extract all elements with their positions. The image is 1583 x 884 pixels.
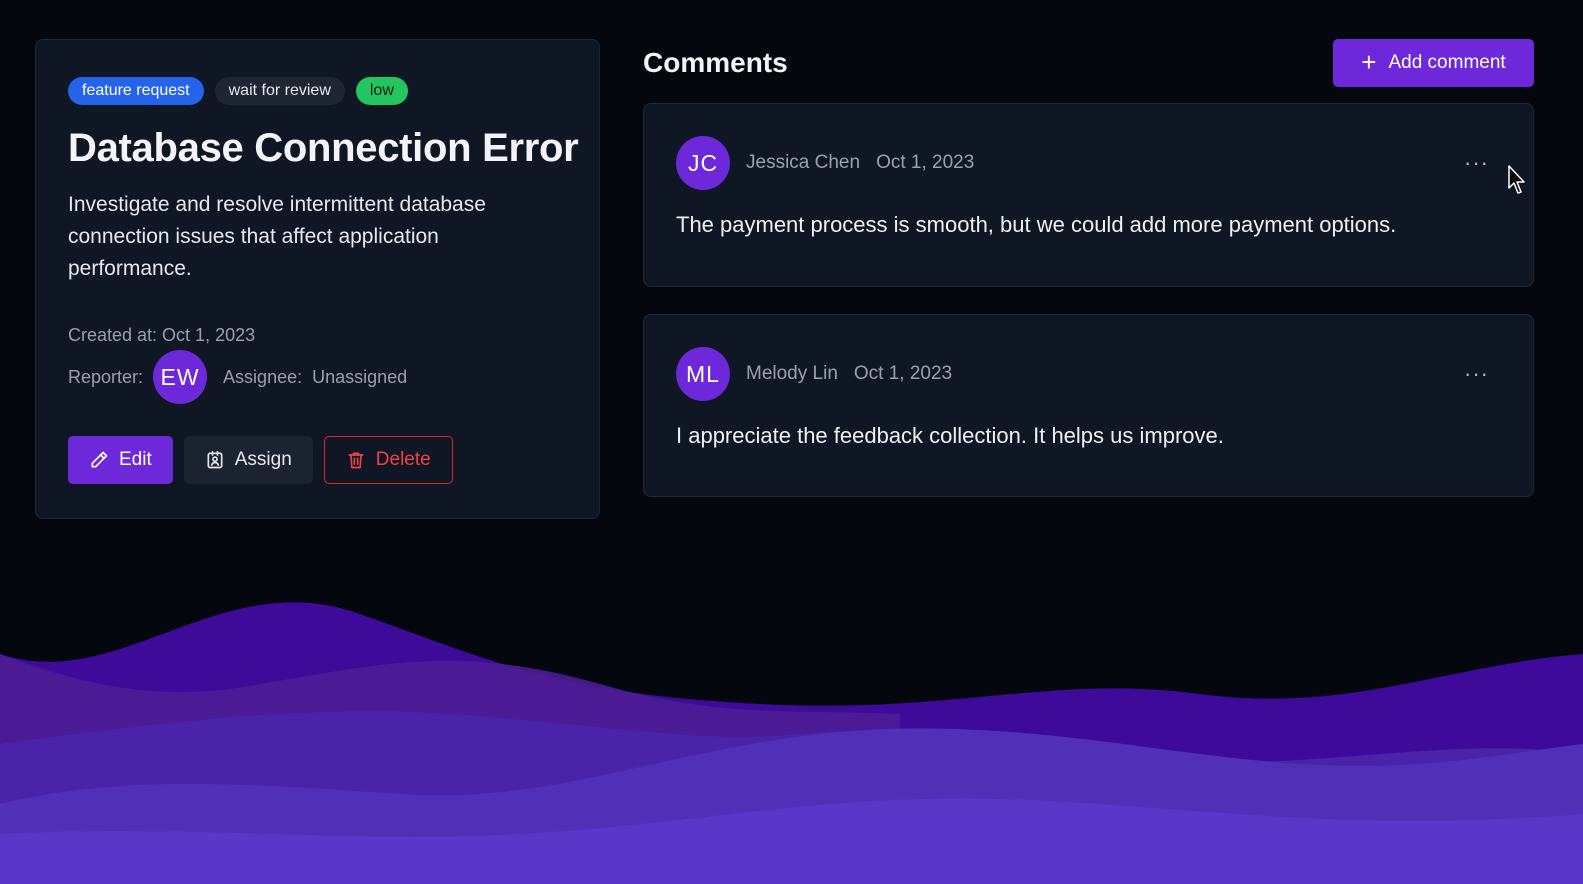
ticket-actions: Edit Assign Delete: [68, 436, 567, 484]
edit-label: Edit: [119, 449, 152, 470]
more-options-icon[interactable]: ···: [1464, 363, 1489, 385]
mouse-cursor-icon: [1508, 165, 1525, 194]
tag-status[interactable]: wait for review: [214, 77, 345, 105]
reporter-avatar[interactable]: EW: [153, 350, 208, 404]
pencil-icon: [91, 451, 108, 468]
ticket-card: feature request wait for review low Data…: [35, 39, 600, 519]
people-row: Reporter: EW Assignee: Unassigned: [68, 350, 567, 404]
tag-feature-request[interactable]: feature request: [68, 77, 204, 105]
comment-author: Melody Lin: [746, 363, 838, 384]
comment-date: Oct 1, 2023: [876, 152, 975, 173]
reporter-label: Reporter:: [68, 366, 144, 387]
assignee-label: Assignee:: [223, 366, 303, 387]
assign-button[interactable]: Assign: [183, 436, 313, 484]
ticket-title: Database Connection Error: [68, 126, 579, 170]
edit-button[interactable]: Edit: [68, 436, 173, 484]
delete-button[interactable]: Delete: [323, 436, 453, 484]
trash-icon: [348, 452, 364, 469]
created-at: Created at: Oct 1, 2023: [68, 325, 256, 345]
assign-user-icon: [207, 450, 223, 469]
comment-header: JC Jessica Chen Oct 1, 2023 ···: [676, 136, 1501, 190]
comment-text: The payment process is smooth, but we co…: [676, 212, 1397, 237]
tag-priority[interactable]: low: [355, 77, 408, 105]
add-comment-button[interactable]: + Add comment: [1333, 39, 1534, 87]
comment-card: ML Melody Lin Oct 1, 2023 ··· I apprecia…: [643, 314, 1534, 497]
more-options-icon[interactable]: ···: [1464, 152, 1489, 174]
assignee-value: Unassigned: [312, 366, 408, 387]
tag-list: feature request wait for review low: [68, 76, 567, 106]
plus-icon: +: [1361, 47, 1377, 77]
comment-avatar[interactable]: JC: [676, 136, 730, 190]
comment-avatar[interactable]: ML: [676, 347, 730, 401]
comment-header: ML Melody Lin Oct 1, 2023 ···: [676, 347, 1501, 401]
ticket-description: Investigate and resolve intermittent dat…: [68, 193, 486, 280]
delete-label: Delete: [375, 449, 431, 470]
comment-author: Jessica Chen: [746, 152, 861, 173]
add-comment-label: Add comment: [1388, 52, 1506, 73]
comment-text: I appreciate the feedback collection. It…: [676, 423, 1224, 448]
decorative-waves: [0, 602, 1583, 884]
assign-label: Assign: [234, 449, 292, 470]
comments-heading: Comments: [643, 47, 788, 78]
comment-card: JC Jessica Chen Oct 1, 2023 ··· The paym…: [643, 103, 1534, 287]
ticket-detail-page: feature request wait for review low Data…: [0, 0, 1583, 884]
comment-date: Oct 1, 2023: [853, 363, 953, 384]
